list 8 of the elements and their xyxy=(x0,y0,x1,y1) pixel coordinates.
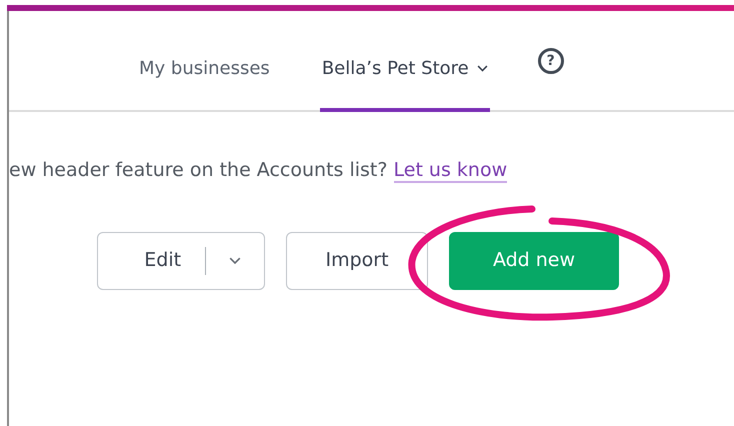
caret-icon xyxy=(229,256,242,264)
import-button[interactable]: Import xyxy=(286,232,428,290)
edit-button[interactable]: Edit xyxy=(98,232,206,288)
feedback-text: ew header feature on the Accounts list? Let us know xyxy=(9,159,508,183)
feedback-link[interactable]: Let us know xyxy=(394,159,508,183)
nav-tab[interactable]: Bella’s Pet Store xyxy=(320,55,490,112)
help-button[interactable]: ? xyxy=(538,48,564,74)
nav-tab[interactable]: My businesses xyxy=(137,55,272,112)
